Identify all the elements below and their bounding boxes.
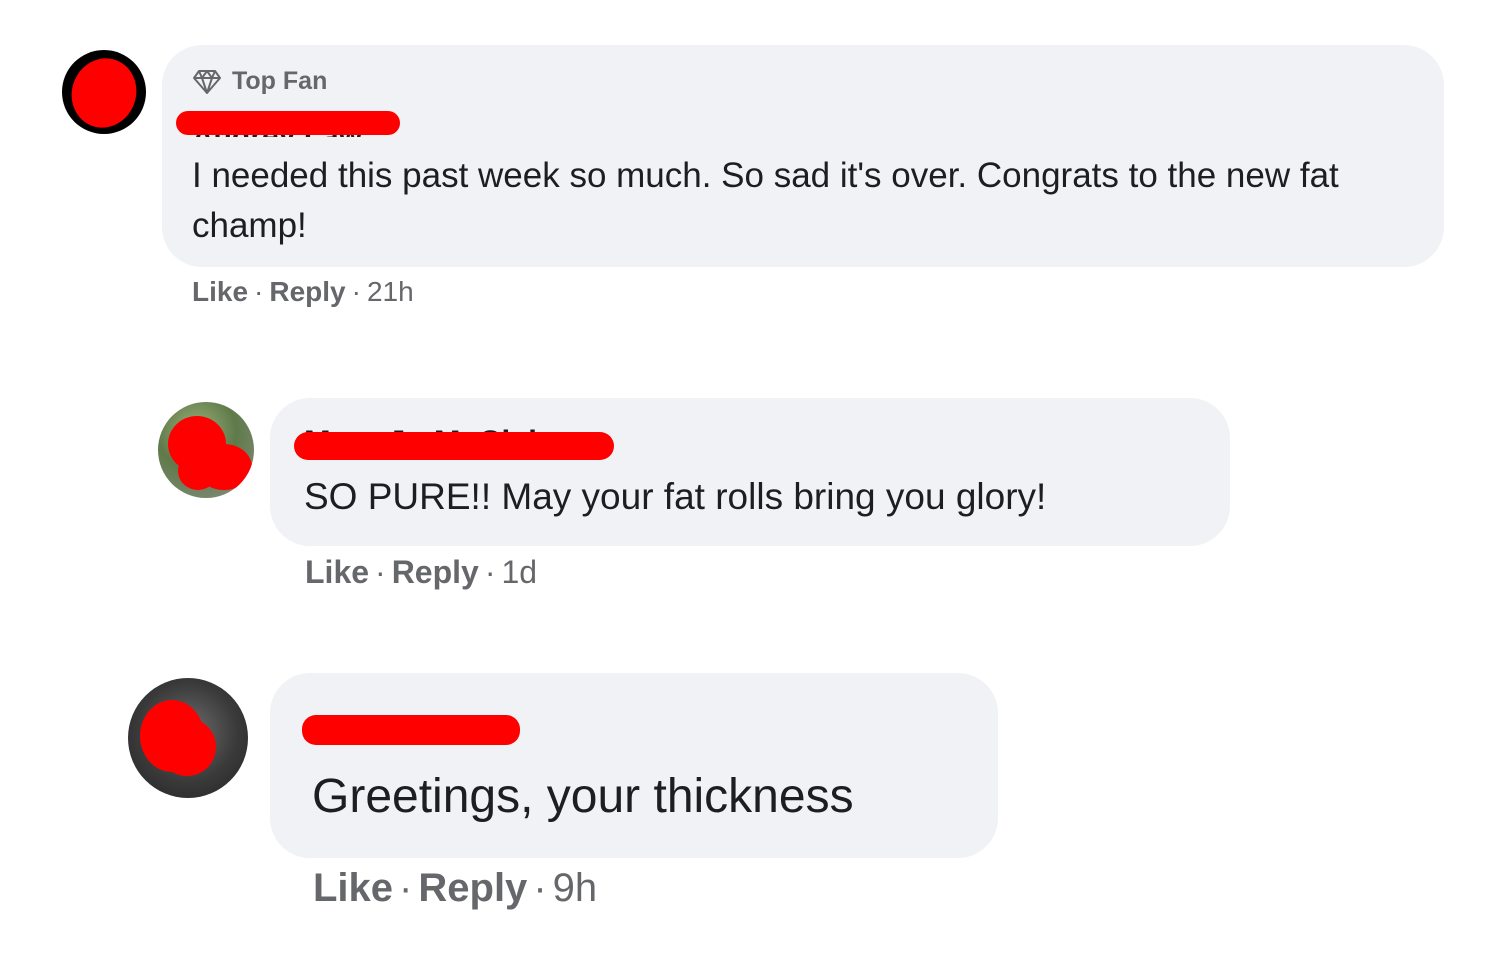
- separator: ·: [533, 866, 547, 910]
- name-redaction: [294, 432, 614, 460]
- diamond-icon: [193, 69, 221, 94]
- comment-bubble: Mary Jo McClain SO PURE!! May your fat r…: [270, 398, 1230, 546]
- separator: ·: [484, 554, 496, 590]
- redaction-mark: [178, 452, 218, 490]
- comment-actions: Like · Reply · 21h: [192, 276, 414, 308]
- separator: ·: [375, 554, 386, 590]
- separator: ·: [254, 276, 264, 307]
- avatar[interactable]: [62, 50, 146, 134]
- badge-label: Top Fan: [232, 67, 328, 95]
- like-button[interactable]: Like: [305, 554, 369, 590]
- redaction-mark: [158, 718, 216, 776]
- comment-text: I needed this past week so much. So sad …: [192, 156, 1339, 245]
- comment-text: Greetings, your thickness: [312, 770, 854, 823]
- name-redaction: [176, 111, 400, 135]
- separator: ·: [351, 276, 361, 307]
- separator: ·: [399, 866, 413, 910]
- comment-bubble: David JC Greetings, your thickness: [270, 673, 998, 858]
- avatar[interactable]: [158, 402, 254, 498]
- timestamp[interactable]: 21h: [367, 276, 414, 307]
- like-button[interactable]: Like: [313, 866, 393, 910]
- timestamp[interactable]: 1d: [501, 554, 537, 590]
- reply-button[interactable]: Reply: [269, 276, 345, 307]
- timestamp[interactable]: 9h: [553, 866, 598, 910]
- redaction-mark: [62, 50, 146, 134]
- reply-button[interactable]: Reply: [418, 866, 527, 910]
- name-redaction: [302, 715, 520, 745]
- avatar[interactable]: [128, 678, 248, 798]
- comment-text: SO PURE!! May your fat rolls bring you g…: [304, 476, 1047, 517]
- comment-actions: Like · Reply · 1d: [305, 554, 537, 591]
- reply-button[interactable]: Reply: [392, 554, 479, 590]
- like-button[interactable]: Like: [192, 276, 248, 307]
- comment-bubble: Top Fan Audrey Law I needed this past we…: [162, 45, 1444, 267]
- comment-actions: Like · Reply · 9h: [313, 866, 597, 911]
- top-fan-badge: Top Fan: [192, 67, 327, 96]
